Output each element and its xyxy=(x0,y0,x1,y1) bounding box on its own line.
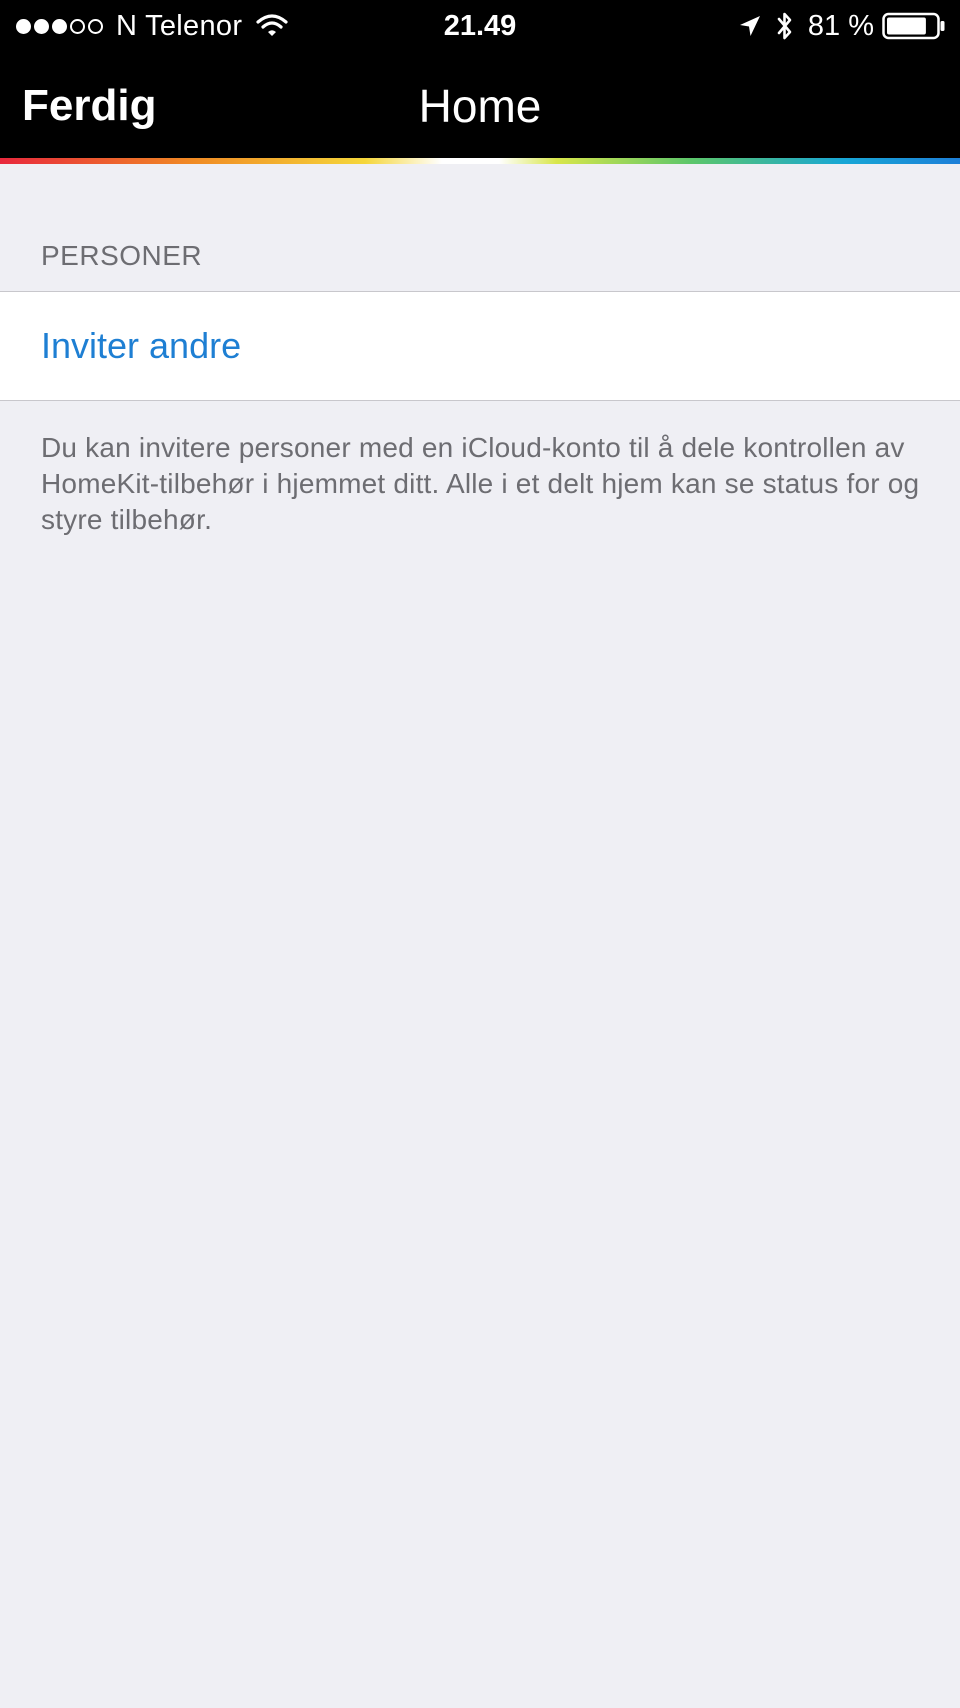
invite-others-button[interactable]: Inviter andre xyxy=(41,324,241,368)
battery-icon xyxy=(882,12,946,40)
section-footer-text: Du kan invitere personer med en iCloud-k… xyxy=(41,432,920,535)
location-arrow-icon xyxy=(738,14,762,38)
status-right: 81 % xyxy=(738,8,946,44)
navigation-bar: Ferdig Home xyxy=(0,58,960,154)
status-bar: N Telenor 21.49 81 % xyxy=(0,0,960,52)
invite-others-cell[interactable]: Inviter andre xyxy=(0,291,960,401)
section-header: PERSONER xyxy=(41,240,203,271)
page-title: Home xyxy=(418,80,542,132)
header: N Telenor 21.49 81 % Ferdig Home xyxy=(0,0,960,158)
bluetooth-icon xyxy=(776,11,794,41)
battery-percentage: 81 % xyxy=(807,9,874,42)
rainbow-divider xyxy=(0,158,960,164)
